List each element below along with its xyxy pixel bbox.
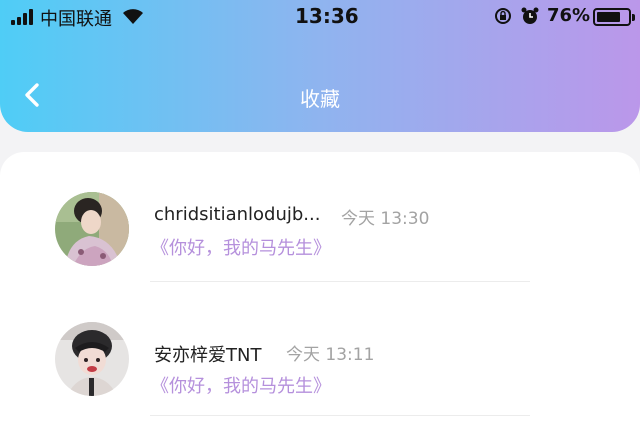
rotation-lock-icon — [495, 8, 511, 24]
avatar-image — [55, 192, 129, 266]
favorite-message[interactable]: 《你好，我的马先生》 — [151, 372, 331, 398]
page-title: 收藏 — [300, 87, 340, 111]
favorite-item[interactable]: chridsitianlodujb... 今天 13:30 《你好，我的马先生》 — [0, 152, 640, 282]
status-time: 13:36 — [295, 4, 359, 28]
favorite-timestamp: 今天 13:11 — [286, 345, 375, 365]
favorite-message[interactable]: 《你好，我的马先生》 — [151, 234, 331, 260]
favorite-item[interactable]: 安亦梓爱TNT 今天 13:11 《你好，我的马先生》 — [0, 286, 640, 416]
status-bar: 中国联通 13:36 76% — [0, 0, 640, 34]
favorites-list: chridsitianlodujb... 今天 13:30 《你好，我的马先生》… — [0, 152, 640, 423]
battery-icon — [593, 8, 635, 26]
header: 中国联通 13:36 76% 收藏 — [0, 0, 640, 132]
divider — [150, 281, 530, 282]
signal-icon — [11, 9, 35, 25]
carrier-name: 中国联通 — [40, 9, 112, 30]
favorite-timestamp: 今天 13:30 — [341, 209, 430, 229]
avatar-image — [55, 322, 129, 396]
avatar[interactable] — [55, 322, 129, 396]
favorite-user-name: 安亦梓爱TNT — [154, 345, 262, 366]
avatar[interactable] — [55, 192, 129, 266]
wifi-icon — [123, 9, 143, 24]
divider — [150, 415, 530, 416]
alarm-icon — [521, 7, 539, 24]
battery-percent: 76% — [547, 5, 591, 26]
favorite-user-name: chridsitianlodujb... — [154, 204, 321, 225]
